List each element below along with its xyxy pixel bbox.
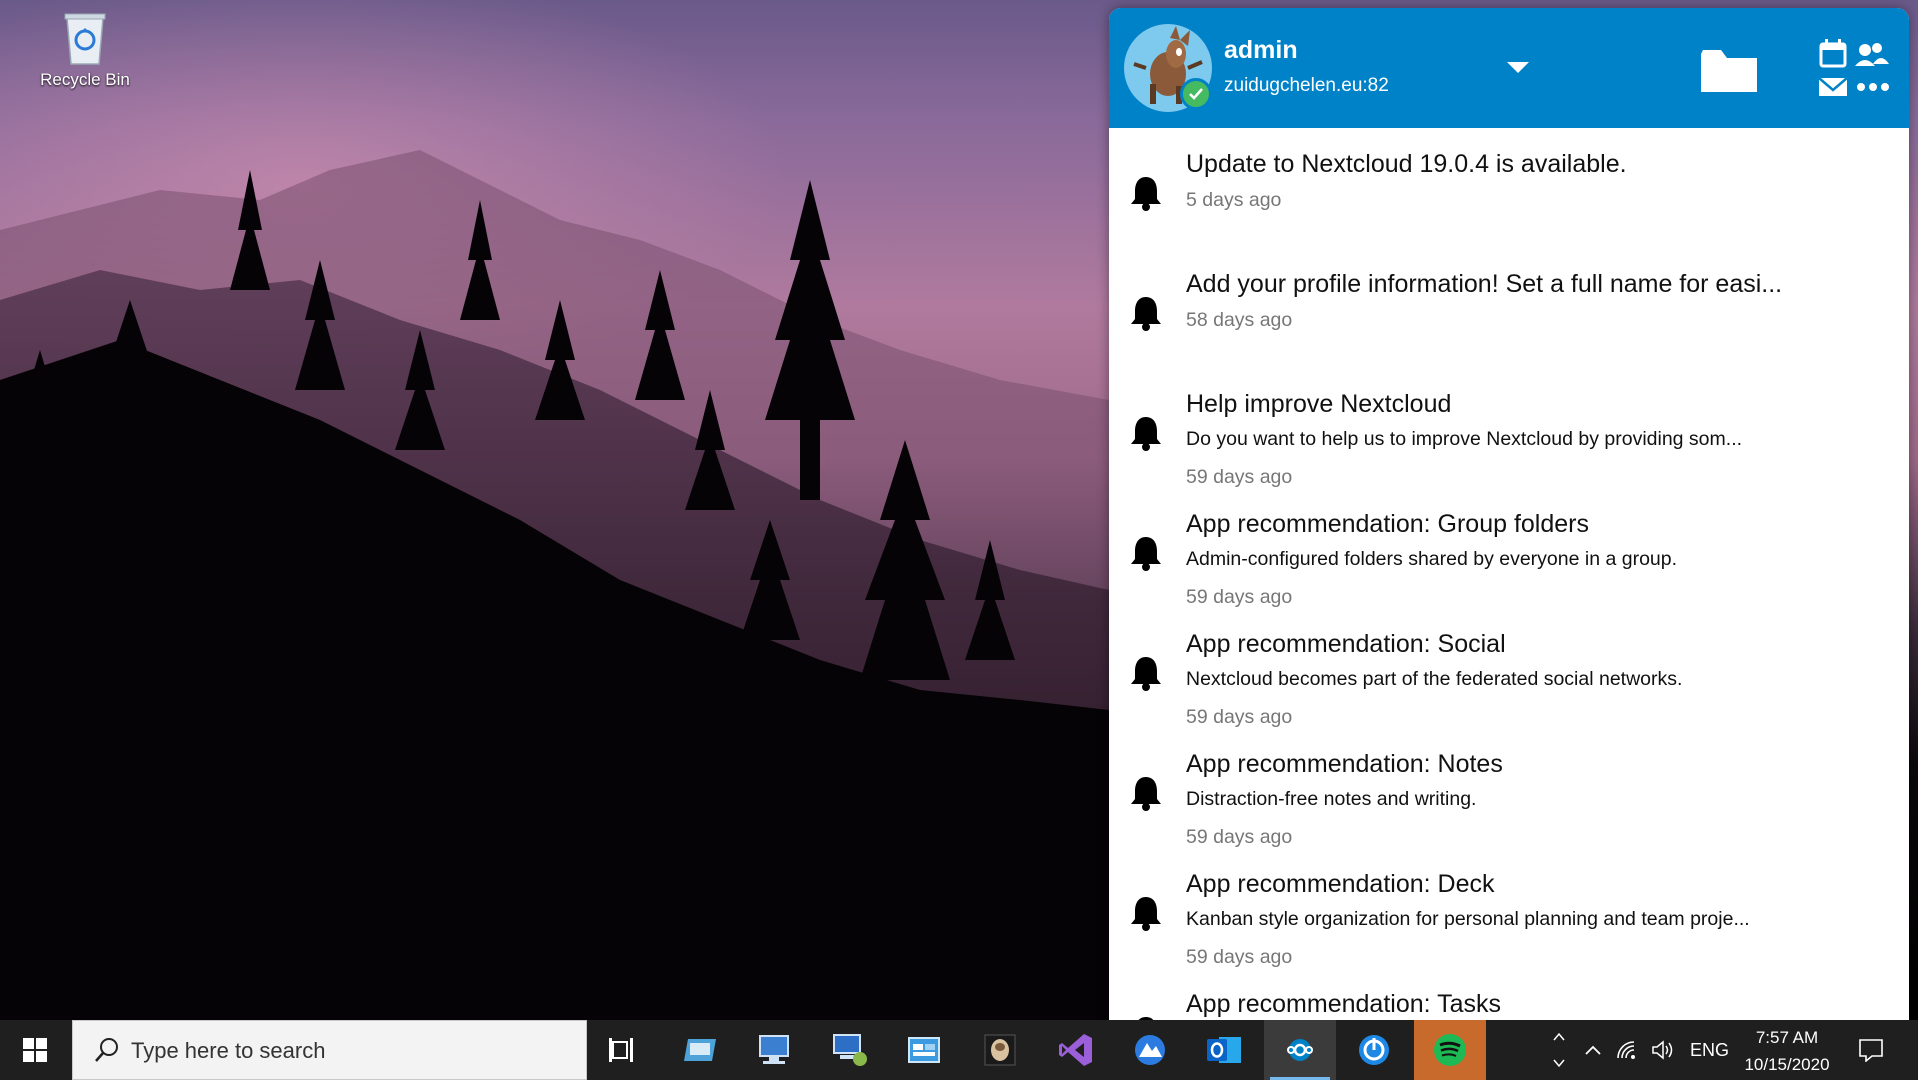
account-dropdown-chevron-icon[interactable] bbox=[1507, 62, 1529, 73]
notification-item[interactable]: App recommendation: Notes Distraction-fr… bbox=[1109, 728, 1909, 848]
notification-time: 59 days ago bbox=[1186, 706, 1293, 728]
taskbar-app-update[interactable] bbox=[1338, 1020, 1410, 1080]
recycle-bin-label: Recycle Bin bbox=[40, 70, 130, 89]
notification-title: App recommendation: Tasks bbox=[1186, 990, 1501, 1018]
volume-tray-button[interactable] bbox=[1648, 1020, 1678, 1080]
taskbar-app-network-computer[interactable] bbox=[738, 1020, 810, 1080]
taskbar-app-remote-desktop[interactable] bbox=[814, 1020, 886, 1080]
notification-time: 5 days ago bbox=[1186, 189, 1282, 211]
taskbar-app-visual-studio[interactable] bbox=[1040, 1020, 1112, 1080]
notification-item[interactable]: Update to Nextcloud 19.0.4 is available.… bbox=[1109, 128, 1909, 248]
notification-list: Update to Nextcloud 19.0.4 is available.… bbox=[1109, 128, 1909, 1020]
desktop-icon-recycle-bin[interactable]: Recycle Bin bbox=[30, 8, 140, 90]
taskbar-app-nextcloud[interactable] bbox=[1264, 1020, 1336, 1080]
notification-time: 59 days ago bbox=[1186, 586, 1293, 608]
clock-date: 10/15/2020 bbox=[1744, 1055, 1830, 1074]
bell-icon bbox=[1131, 417, 1161, 451]
notification-item[interactable]: Help improve Nextcloud Do you want to he… bbox=[1109, 368, 1909, 488]
bell-icon bbox=[1131, 657, 1161, 691]
notification-title: App recommendation: Notes bbox=[1186, 750, 1503, 778]
recycle-bin-icon bbox=[64, 13, 106, 65]
chevron-up-icon bbox=[1585, 1045, 1601, 1055]
taskbar-search-box[interactable]: Type here to search bbox=[72, 1020, 587, 1080]
action-center-button[interactable] bbox=[1846, 1020, 1896, 1080]
search-placeholder: Type here to search bbox=[131, 1038, 326, 1063]
notification-time: 58 days ago bbox=[1186, 309, 1293, 331]
wifi-icon bbox=[1617, 1041, 1635, 1059]
spotify-icon bbox=[1434, 1034, 1466, 1066]
task-view-button[interactable] bbox=[586, 1020, 658, 1080]
notification-item[interactable]: Add your profile information! Set a full… bbox=[1109, 248, 1909, 368]
task-view-icon bbox=[609, 1038, 633, 1062]
notification-title: Add your profile information! Set a full… bbox=[1186, 270, 1783, 298]
remote-desktop-manager-icon bbox=[684, 1039, 716, 1061]
taskbar-app-control-panel[interactable] bbox=[888, 1020, 960, 1080]
taskbar-clock[interactable]: 7:57 AM 10/15/2020 bbox=[1732, 1024, 1842, 1078]
notification-title: App recommendation: Group folders bbox=[1186, 510, 1589, 538]
taskbar-app-outlook[interactable] bbox=[1188, 1020, 1260, 1080]
apps-menu-icon[interactable] bbox=[1817, 38, 1897, 102]
notification-item[interactable]: App recommendation: Deck Kanban style or… bbox=[1109, 848, 1909, 968]
notification-item[interactable]: App recommendation: Group folders Admin-… bbox=[1109, 488, 1909, 608]
outlook-icon bbox=[1207, 1037, 1241, 1063]
browser-icon bbox=[1135, 1035, 1165, 1065]
show-hidden-icons-button[interactable] bbox=[1578, 1020, 1608, 1080]
bell-icon bbox=[1131, 177, 1161, 211]
network-computer-icon bbox=[759, 1035, 789, 1064]
nextcloud-tray-window: admin zuidugchelen.eu:82 Update to Nextc… bbox=[1109, 8, 1909, 1020]
bell-icon bbox=[1131, 897, 1161, 931]
notification-title: App recommendation: Deck bbox=[1186, 870, 1495, 898]
notification-title: Help improve Nextcloud bbox=[1186, 390, 1452, 418]
notification-center-icon bbox=[1859, 1039, 1883, 1062]
speaker-icon bbox=[1652, 1040, 1673, 1060]
nextcloud-account-header: admin zuidugchelen.eu:82 bbox=[1109, 8, 1909, 128]
taskbar-app-browser[interactable] bbox=[1114, 1020, 1186, 1080]
checkmark-icon bbox=[1189, 88, 1203, 100]
start-button[interactable] bbox=[0, 1020, 70, 1080]
visual-studio-icon bbox=[1059, 1034, 1092, 1066]
account-server: zuidugchelen.eu:82 bbox=[1224, 75, 1389, 96]
account-username: admin bbox=[1224, 36, 1298, 64]
windows-logo-icon bbox=[23, 1038, 47, 1062]
notification-scrollbar[interactable] bbox=[1897, 128, 1909, 1020]
taskbar-app-remote-manager[interactable] bbox=[664, 1020, 736, 1080]
update-icon bbox=[1359, 1035, 1389, 1065]
notification-description: Kanban style organization for personal p… bbox=[1186, 908, 1750, 930]
bell-icon bbox=[1131, 297, 1161, 331]
notification-title: App recommendation: Social bbox=[1186, 630, 1506, 658]
control-panel-icon bbox=[908, 1037, 940, 1063]
photo-app-icon bbox=[984, 1034, 1016, 1066]
taskbar-app-spotify[interactable] bbox=[1414, 1020, 1486, 1080]
search-icon bbox=[95, 1038, 118, 1062]
taskbar-app-photo[interactable] bbox=[964, 1020, 1036, 1080]
notification-time: 59 days ago bbox=[1186, 946, 1293, 968]
open-folder-icon[interactable] bbox=[1699, 46, 1759, 96]
notification-time: 59 days ago bbox=[1186, 466, 1293, 488]
notification-description: Nextcloud becomes part of the federated … bbox=[1186, 668, 1683, 690]
nextcloud-icon bbox=[1287, 1039, 1313, 1061]
notification-description: Admin-configured folders shared by every… bbox=[1186, 548, 1678, 570]
remote-desktop-icon bbox=[833, 1034, 867, 1066]
notification-description: Do you want to help us to improve Nextcl… bbox=[1186, 428, 1743, 450]
notification-item[interactable]: App recommendation: Social Nextcloud bec… bbox=[1109, 608, 1909, 728]
notification-description: Distraction-free notes and writing. bbox=[1186, 788, 1477, 810]
notification-item[interactable]: App recommendation: Tasks bbox=[1109, 968, 1909, 1020]
bell-icon bbox=[1131, 777, 1161, 811]
windows-taskbar: Type here to search ENG 7:57 AM 10/15/20… bbox=[0, 1020, 1918, 1080]
notification-time: 59 days ago bbox=[1186, 826, 1293, 848]
bell-icon bbox=[1131, 537, 1161, 571]
scroll-arrows-icon bbox=[1553, 1032, 1565, 1068]
online-status-badge bbox=[1180, 78, 1212, 110]
notification-title: Update to Nextcloud 19.0.4 is available. bbox=[1186, 150, 1627, 178]
network-tray-button[interactable] bbox=[1612, 1020, 1644, 1080]
taskbar-overflow-arrows[interactable] bbox=[1546, 1020, 1572, 1080]
input-language[interactable]: ENG bbox=[1690, 1040, 1729, 1061]
clock-time: 7:57 AM bbox=[1755, 1028, 1819, 1047]
